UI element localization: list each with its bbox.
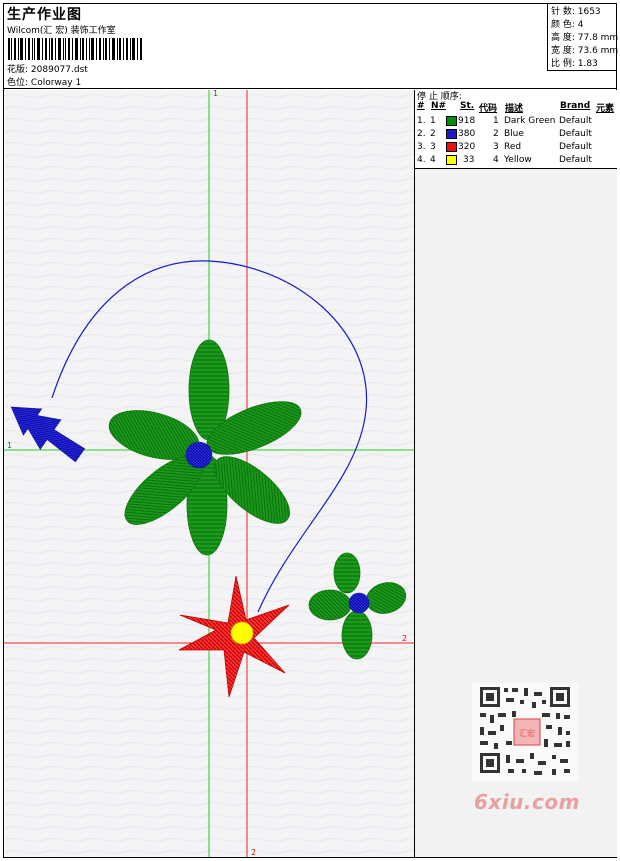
row-needle: 4 — [430, 155, 436, 165]
stats-box: 针 数: 1653 颜 色: 4 高 度: 77.8 mm 宽 度: 73.6 … — [547, 3, 619, 71]
row-brand: Default — [559, 116, 592, 126]
col-header-needle: N# — [431, 101, 447, 111]
barcode — [8, 38, 142, 60]
table-row: 3. 3 320 3 Red Default — [415, 142, 617, 155]
header: 生产作业图 Wilcom(汇 宏) 装饰工作室 花版: 2089077.dst … — [3, 3, 619, 89]
color-swatch — [446, 155, 457, 165]
embroidery-canvas: 1 1 2 2 — [4, 90, 414, 857]
col-header-description: 描述 — [505, 104, 524, 114]
row-code: 4 — [493, 155, 499, 165]
row-code: 2 — [493, 129, 499, 139]
guide-label-red-bottom: 2 — [251, 848, 256, 857]
guide-label-red-right: 2 — [402, 634, 407, 643]
col-header-index: # — [417, 101, 425, 111]
table-row: 4. 4 33 4 Yellow Default — [415, 155, 617, 168]
colorway-value: Colorway 1 — [30, 78, 82, 88]
row-stitches: 918 — [458, 116, 476, 126]
row-index: 1. — [417, 116, 426, 126]
color-swatch — [446, 142, 457, 152]
col-header-element: 元素 — [596, 104, 615, 114]
row-code: 1 — [493, 116, 499, 126]
row-stitches: 33 — [463, 155, 475, 165]
row-index: 4. — [417, 155, 426, 165]
col-header-brand: Brand — [560, 101, 591, 111]
page-title: 生产作业图 — [7, 7, 82, 23]
table-row: 2. 2 380 2 Blue Default — [415, 129, 617, 142]
row-needle: 2 — [430, 129, 436, 139]
color-count: 颜 色: 4 — [551, 20, 584, 30]
watermark-text: 6xiu.com — [474, 790, 580, 814]
row-stitches: 320 — [458, 142, 476, 152]
guide-label-green-top: 1 — [213, 90, 218, 98]
row-brand: Default — [559, 155, 592, 165]
row-description: Red — [504, 142, 522, 152]
design-file: 2089077.dst — [30, 65, 88, 75]
row-description: Yellow — [504, 155, 532, 165]
color-swatch — [446, 129, 457, 139]
table-row: 1. 1 918 1 Dark Green Default — [415, 116, 617, 129]
row-brand: Default — [559, 129, 592, 139]
row-description: Blue — [504, 129, 524, 139]
stop-sequence-table: 停 止 顺序: # N# St. 代码 描述 Brand 元素 1. 1 918… — [415, 90, 617, 169]
row-needle: 1 — [430, 116, 436, 126]
row-index: 3. — [417, 142, 426, 152]
colorway-line: 色位: Colorway 1 — [7, 75, 81, 88]
stitch-count: 针 数: 1653 — [551, 7, 601, 17]
row-brand: Default — [559, 142, 592, 152]
color-swatch — [446, 116, 457, 126]
design-scale: 比 例: 1.83 — [551, 59, 598, 69]
row-code: 3 — [493, 142, 499, 152]
row-description: Dark Green — [504, 116, 556, 126]
design-label: 花版: — [7, 65, 29, 75]
colorway-label: 色位: — [7, 78, 29, 88]
row-index: 2. — [417, 129, 426, 139]
col-header-code: 代码 — [479, 104, 498, 114]
design-width: 宽 度: 73.6 mm — [551, 46, 619, 56]
qr-code: 汇宏 — [472, 683, 578, 781]
seal-text: 汇宏 — [519, 728, 535, 738]
design-height: 高 度: 77.8 mm — [551, 33, 619, 43]
row-stitches: 380 — [458, 129, 476, 139]
guide-label-green-left: 1 — [7, 441, 12, 450]
design-file-line: 花版: 2089077.dst — [7, 62, 88, 75]
studio-name: Wilcom(汇 宏) 装饰工作室 — [7, 26, 116, 36]
row-needle: 3 — [430, 142, 436, 152]
col-header-stitches: St. — [460, 101, 475, 111]
